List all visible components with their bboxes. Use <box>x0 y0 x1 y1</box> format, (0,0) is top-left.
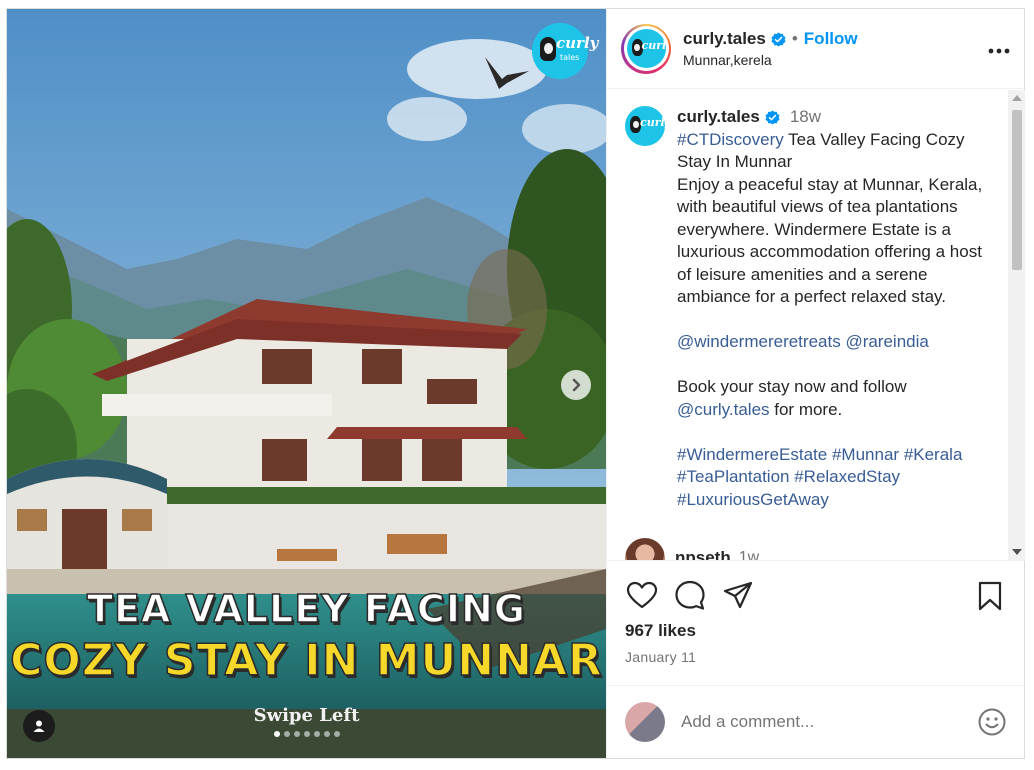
carousel-next-button[interactable] <box>561 370 591 400</box>
post-location[interactable]: Munnar,kerela <box>683 52 988 68</box>
post-dialog: curly tales TEA VALLEY FACING COZY STAY … <box>6 8 1025 759</box>
brand-badge-subtext: tales <box>560 53 580 62</box>
carousel-indicator <box>7 731 606 737</box>
header-username[interactable]: curly.tales <box>683 29 766 49</box>
hashtag-windermereestate[interactable]: #WindermereEstate <box>677 445 827 464</box>
mention-windermereretreats[interactable]: @windermereretreats <box>677 332 841 351</box>
post-caption: curly curly.tales 18w #CTDiscovery Tea V… <box>625 106 995 511</box>
action-bar <box>625 579 1009 613</box>
carousel-dot <box>293 731 300 737</box>
hashtag-ctdiscovery[interactable]: #CTDiscovery <box>677 130 784 149</box>
swipe-hint: Swipe Left <box>253 705 360 726</box>
mention-curlytales[interactable]: @curly.tales <box>677 400 770 419</box>
hashtag-kerala[interactable]: #Kerala <box>904 445 963 464</box>
comments-scroll-area[interactable]: curly curly.tales 18w #CTDiscovery Tea V… <box>607 90 1025 561</box>
post-side-panel: curly curly.tales • Follow Munnar,kerela <box>606 9 1025 758</box>
brand-logo-badge: curly tales <box>532 23 598 79</box>
carousel-dot <box>323 731 330 737</box>
headline-line2: COZY STAY IN MUNNAR <box>9 634 603 687</box>
caption-avatar-logo-text: curly <box>640 116 665 129</box>
hashtag-luxuriousgetaway[interactable]: #LuxuriousGetAway <box>677 490 829 509</box>
tagged-users-button[interactable] <box>23 710 55 742</box>
post-header: curly curly.tales • Follow Munnar,kerela <box>607 9 1024 89</box>
verified-badge-icon <box>765 110 780 125</box>
emoji-icon[interactable] <box>977 707 1007 737</box>
chevron-right-icon <box>572 378 581 392</box>
post-date[interactable]: January 11 <box>625 649 696 665</box>
carousel-dot <box>333 731 340 737</box>
hashtag-munnar[interactable]: #Munnar <box>832 445 899 464</box>
caption-cta-before: Book your stay now and follow <box>677 377 907 396</box>
commenter-avatar[interactable] <box>625 538 665 560</box>
story-ring[interactable]: curly <box>621 23 671 74</box>
scrollbar-thumb[interactable] <box>1012 110 1022 270</box>
profile-avatar[interactable]: curly <box>626 29 666 68</box>
scroll-down-arrow-icon[interactable] <box>1012 549 1022 555</box>
carousel-dot <box>283 731 290 737</box>
follow-button[interactable]: Follow <box>804 29 858 49</box>
comment-icon[interactable] <box>673 579 707 613</box>
comment-item: npseth 1w <box>625 538 759 560</box>
likes-count[interactable]: 967 likes <box>625 621 696 641</box>
carousel-dot <box>273 731 280 737</box>
caption-time[interactable]: 18w <box>790 106 821 129</box>
caption-cta-after: for more. <box>769 399 843 419</box>
heart-icon[interactable] <box>625 579 659 613</box>
brand-badge-text: curly <box>556 34 599 52</box>
comment-input[interactable] <box>681 712 977 732</box>
carousel-dot <box>303 731 310 737</box>
bookmark-icon[interactable] <box>973 579 1007 613</box>
share-icon[interactable] <box>721 579 755 613</box>
more-options-button[interactable] <box>988 37 1010 60</box>
scroll-up-arrow-icon[interactable] <box>1012 95 1022 101</box>
scrollbar[interactable] <box>1008 90 1025 560</box>
header-separator: • <box>791 29 798 48</box>
hashtag-relaxedstay[interactable]: #RelaxedStay <box>794 467 900 486</box>
headline-line1: TEA VALLEY FACING <box>86 586 526 632</box>
comment-time[interactable]: 1w <box>739 549 759 560</box>
comment-composer <box>607 685 1025 758</box>
logo-face-icon <box>540 37 556 61</box>
mention-rareindia[interactable]: @rareindia <box>845 332 928 351</box>
caption-body: Enjoy a peaceful stay at Munnar, Kerala,… <box>677 174 983 307</box>
carousel-dot <box>313 731 320 737</box>
avatar-logo-text: curly <box>641 39 666 52</box>
current-user-avatar <box>625 702 665 742</box>
caption-username[interactable]: curly.tales <box>677 106 760 129</box>
post-media[interactable]: curly tales TEA VALLEY FACING COZY STAY … <box>7 9 606 758</box>
commenter-username[interactable]: npseth <box>675 548 731 560</box>
more-horizontal-icon <box>988 48 1010 54</box>
caption-avatar[interactable]: curly <box>625 106 665 146</box>
hashtag-teaplantation[interactable]: #TeaPlantation <box>677 467 789 486</box>
verified-badge-icon <box>771 31 786 47</box>
